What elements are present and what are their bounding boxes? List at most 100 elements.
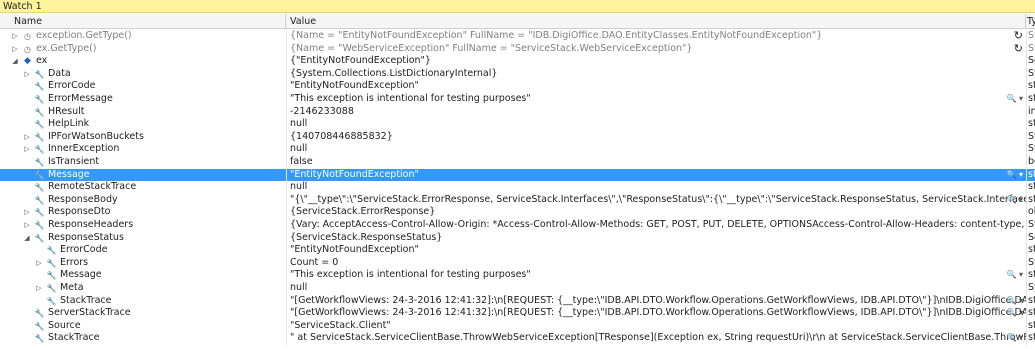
- wrench-icon: 🔧: [34, 69, 45, 79]
- watch-row[interactable]: 🔧RemoteStackTrace null st: [0, 181, 1035, 194]
- watch-row[interactable]: 🔧 ServerStackTrace "[GetWorkflowViews: 24-…: [0, 307, 1035, 320]
- text-visualizer-magnifier-icon[interactable]: 🔍 ▾: [1006, 269, 1023, 282]
- watch-row-value-cell[interactable]: {ServiceStack.ResponseStatus}: [286, 231, 1026, 245]
- text-visualizer-magnifier-icon[interactable]: 🔍 ▾: [1006, 93, 1023, 106]
- watch-row[interactable]: ◢ ◆ ex {"EntityNotFoundException"} Se: [0, 55, 1035, 68]
- watch-row-name: Meta: [60, 282, 84, 293]
- watch-row-name: ServerStackTrace: [48, 307, 131, 319]
- watch-row-value-cell[interactable]: {Vary: AcceptAccess-Control-Allow-Origin…: [286, 219, 1026, 232]
- watch-row-type: bo: [1028, 156, 1035, 167]
- watch-row-value-cell[interactable]: "EntityNotFoundException" 🔍 ▾: [286, 168, 1026, 182]
- watch-row-name-cell: 🔧 IsTransient: [0, 156, 286, 169]
- watch-row-name-cell: 🔧 ErrorCode: [0, 80, 286, 93]
- watch-row-value-cell[interactable]: Count = 0: [286, 256, 1026, 270]
- watch-row[interactable]: 🔧HResult -2146233088 in: [0, 105, 1035, 119]
- watch-row[interactable]: 🔧 StackTrace "[GetWorkflowViews: 24-3-2016…: [0, 294, 1035, 308]
- expand-arrow-icon[interactable]: ▷: [23, 131, 31, 144]
- watch-row-value-cell[interactable]: "This exception is intentional for testi…: [286, 93, 1026, 106]
- watch-row[interactable]: ▷🔧IPForWatsonBuckets {140708446885832} Sy: [0, 130, 1035, 144]
- watch-row-name: exception.GetType(): [36, 30, 132, 41]
- expand-arrow-icon[interactable]: ▷: [11, 43, 19, 56]
- collapse-arrow-icon[interactable]: ◢: [23, 232, 31, 245]
- watch-row-value-cell[interactable]: "{\"__type\":\"ServiceStack.ErrorRespons…: [286, 193, 1026, 207]
- watch-row[interactable]: 🔧ErrorCode "EntityNotFoundException" st: [0, 244, 1035, 257]
- watch-row-name-cell: 🔧 ServerStackTrace: [0, 307, 286, 320]
- watch-row-value-cell[interactable]: null: [286, 181, 1026, 194]
- watch-row-value-cell[interactable]: {140708446885832}: [286, 130, 1026, 144]
- watch-row-value-cell[interactable]: " at ServiceStack.ServiceClientBase.Thro…: [286, 332, 1026, 345]
- watch-row-value-cell[interactable]: {Name = "WebServiceException" FullName =…: [286, 42, 1026, 56]
- watch-row-value-cell[interactable]: "EntityNotFoundException": [286, 80, 1026, 93]
- watch-row-value-cell[interactable]: "[GetWorkflowViews: 24-3-2016 12:41:32]:…: [286, 294, 1026, 308]
- watch-row[interactable]: ▷🔧InnerException null Sy: [0, 143, 1035, 156]
- watch-row-type: Sy: [1028, 282, 1035, 293]
- column-header-value[interactable]: Value: [286, 14, 1026, 29]
- watch-row[interactable]: 🔧HelpLink null st: [0, 118, 1035, 131]
- expand-arrow-icon[interactable]: ▷: [23, 143, 31, 156]
- wrench-icon: 🔧: [46, 246, 57, 256]
- watch-row-type: Sy: [1028, 143, 1035, 155]
- watch-row[interactable]: 🔧Source "ServiceStack.Client" st: [0, 319, 1035, 333]
- watch-row-type: st: [1028, 319, 1035, 331]
- watch-row-value-cell[interactable]: null: [286, 282, 1026, 295]
- watch-row-value-cell[interactable]: "This exception is intentional for testi…: [286, 269, 1026, 282]
- watch-row-value-cell[interactable]: -2146233088: [286, 105, 1026, 119]
- watch-row[interactable]: 🔧ErrorCode "EntityNotFoundException" st: [0, 80, 1035, 93]
- watch-row-type: st: [1028, 168, 1035, 180]
- watch-row[interactable]: ▷ 🔧 ResponseHeaders {Vary: AcceptAccess-Con…: [0, 219, 1035, 232]
- watch-row[interactable]: 🔧 StackTrace " at ServiceStack.ServiceClie…: [0, 332, 1035, 345]
- watch-row[interactable]: 🔧 ResponseBody "{\"__type\":\"ServiceStack…: [0, 193, 1035, 207]
- column-header-type[interactable]: Ty: [1026, 14, 1035, 29]
- watch-row[interactable]: ▷ ◷ exception.GetType() {Name = "EntityNotF…: [0, 30, 1035, 43]
- wrench-icon: 🔧: [34, 309, 45, 319]
- watch-row-value: {ServiceStack.ResponseStatus}: [290, 231, 443, 243]
- column-header-name[interactable]: Name: [10, 14, 286, 29]
- watch-row-value-cell[interactable]: null: [286, 118, 1026, 131]
- watch-row-type: Sy: [1028, 219, 1035, 230]
- text-visualizer-magnifier-icon[interactable]: 🔍 ▾: [1006, 295, 1023, 308]
- watch-row-type-cell: st: [1026, 168, 1035, 182]
- refresh-icon[interactable]: ↻: [1014, 43, 1023, 56]
- wrench-icon: 🔧: [34, 145, 45, 155]
- text-visualizer-magnifier-icon[interactable]: 🔍 ▾: [1006, 332, 1023, 345]
- watch-row-value-cell[interactable]: {ServiceStack.ErrorResponse}: [286, 206, 1026, 219]
- watch-row-name: IsTransient: [48, 156, 100, 167]
- expand-arrow-icon[interactable]: ▷: [23, 219, 31, 232]
- watch-row[interactable]: ▷🔧Errors Count = 0 Sy: [0, 256, 1035, 270]
- collapse-arrow-icon[interactable]: ◢: [11, 55, 19, 68]
- watch-row-value-cell[interactable]: {System.Collections.ListDictionaryIntern…: [286, 67, 1026, 81]
- watch-row-name: Data: [48, 67, 71, 79]
- expand-arrow-icon[interactable]: ▷: [35, 257, 43, 270]
- text-visualizer-magnifier-icon[interactable]: 🔍 ▾: [1006, 169, 1023, 182]
- expand-arrow-icon[interactable]: ▷: [11, 30, 19, 43]
- watch-row[interactable]: ◢ 🔧 ResponseStatus {ServiceStack.ResponseSt…: [0, 231, 1035, 245]
- watch-row[interactable]: ▷ 🔧 Data {System.Collections.ListDictionary…: [0, 67, 1035, 81]
- watch-row-value-cell[interactable]: {"EntityNotFoundException"}: [286, 55, 1026, 68]
- watch-row-name: ErrorCode: [60, 244, 108, 256]
- expand-arrow-icon[interactable]: ▷: [35, 282, 43, 295]
- watch-row-value-cell[interactable]: {Name = "EntityNotFoundException" FullNa…: [286, 30, 1026, 43]
- watch-row-value-cell[interactable]: false: [286, 156, 1026, 169]
- watch-row[interactable]: ▷ 🔧 ResponseDto {ServiceStack.ErrorResponse…: [0, 206, 1035, 219]
- watch-row-value: "EntityNotFoundException": [290, 244, 419, 256]
- refresh-icon[interactable]: ↻: [1014, 30, 1023, 43]
- watch-row[interactable]: ▷🔧Meta null Sy: [0, 282, 1035, 295]
- text-visualizer-magnifier-icon[interactable]: 🔍 ▾: [1006, 194, 1023, 207]
- watch-row[interactable]: ▷ ◷ ex.GetType() {Name = "WebServiceExcepti…: [0, 42, 1035, 56]
- expand-arrow-icon[interactable]: ▷: [23, 206, 31, 219]
- expand-arrow-icon[interactable]: ▷: [23, 68, 31, 81]
- watch-row-value-cell[interactable]: null: [286, 143, 1026, 156]
- watch-row[interactable]: 🔧 Message "This exception is intentional f…: [0, 269, 1035, 282]
- clock-icon: ◷: [24, 44, 31, 54]
- watch-row-value-cell[interactable]: "EntityNotFoundException": [286, 244, 1026, 257]
- watch-row[interactable]: 🔧 ErrorMessage "This exception is intentio…: [0, 93, 1035, 106]
- watch-row-name-cell: ▷ ◷ exception.GetType(): [0, 30, 286, 43]
- text-visualizer-magnifier-icon[interactable]: 🔍 ▾: [1006, 307, 1023, 320]
- watch-row-value-cell[interactable]: "[GetWorkflowViews: 24-3-2016 12:41:32]:…: [286, 307, 1026, 320]
- watch-row-type: st: [1028, 332, 1035, 344]
- watch-row-value: "ServiceStack.Client": [290, 319, 391, 331]
- watch-row[interactable]: 🔧Message "EntityNotFoundException" 🔍 ▾ st: [0, 168, 1035, 182]
- watch-row[interactable]: 🔧IsTransient false bo: [0, 156, 1035, 169]
- watch-row-value: "{\"__type\":\"ServiceStack.ErrorRespons…: [290, 193, 1026, 205]
- watch-row-value-cell[interactable]: "ServiceStack.Client": [286, 319, 1026, 333]
